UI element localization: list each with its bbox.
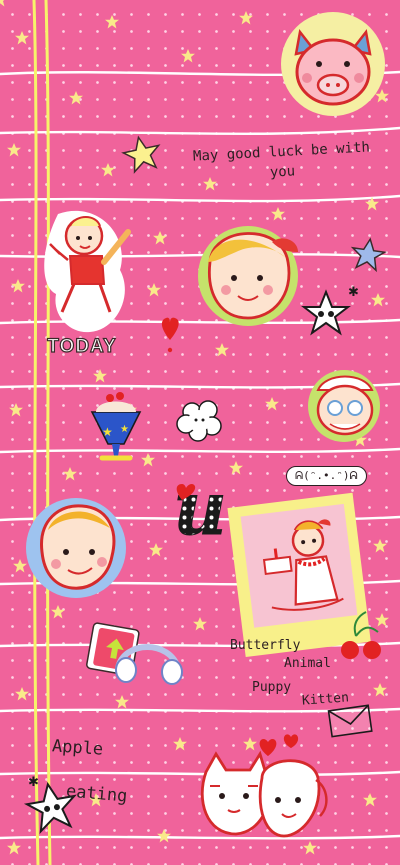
envelope-sticker — [327, 704, 373, 738]
sundae-sticker: ★ ★ — [90, 392, 142, 461]
letter-u-sticker: u — [173, 466, 228, 553]
word-animal: Animal — [284, 656, 331, 671]
smile-star-sticker — [121, 135, 161, 174]
word-apple: Apple — [51, 736, 104, 760]
word-puppy: Puppy — [252, 680, 292, 695]
yellow-ribbon — [32, 0, 52, 865]
cat-and-girl-sticker — [200, 734, 328, 838]
kaomoji-bubble: ᕱ(ᵔ.•.ᵔ)ᕱ — [286, 466, 367, 486]
headphones-sticker — [115, 644, 183, 685]
asterisk-mark: ✱ — [28, 775, 39, 790]
svg-text:★: ★ — [120, 424, 129, 435]
svg-text:★: ★ — [102, 425, 113, 439]
today-label: TODAY — [47, 336, 116, 357]
svg-text:u: u — [173, 466, 227, 552]
svg-text:✱: ✱ — [348, 285, 359, 300]
word-butterfly: Butterfly — [230, 638, 301, 653]
wallpaper: TODAY ✱ ★ ★ u ✱ May good luck be with yo… — [0, 0, 400, 865]
face-star-sticker: ✱ — [301, 285, 359, 336]
baseball-boy-sticker — [44, 210, 131, 333]
wallpaper-art: TODAY ✱ ★ ★ u ✱ — [0, 0, 400, 865]
sailor-sticker — [308, 370, 380, 442]
pig-sticker — [281, 12, 385, 116]
polaroid-sticker — [227, 492, 371, 657]
heart-sticker — [161, 317, 179, 353]
flower-sticker — [176, 400, 222, 442]
girl-bow-sticker — [198, 226, 298, 326]
boy-face-sticker — [26, 498, 126, 598]
